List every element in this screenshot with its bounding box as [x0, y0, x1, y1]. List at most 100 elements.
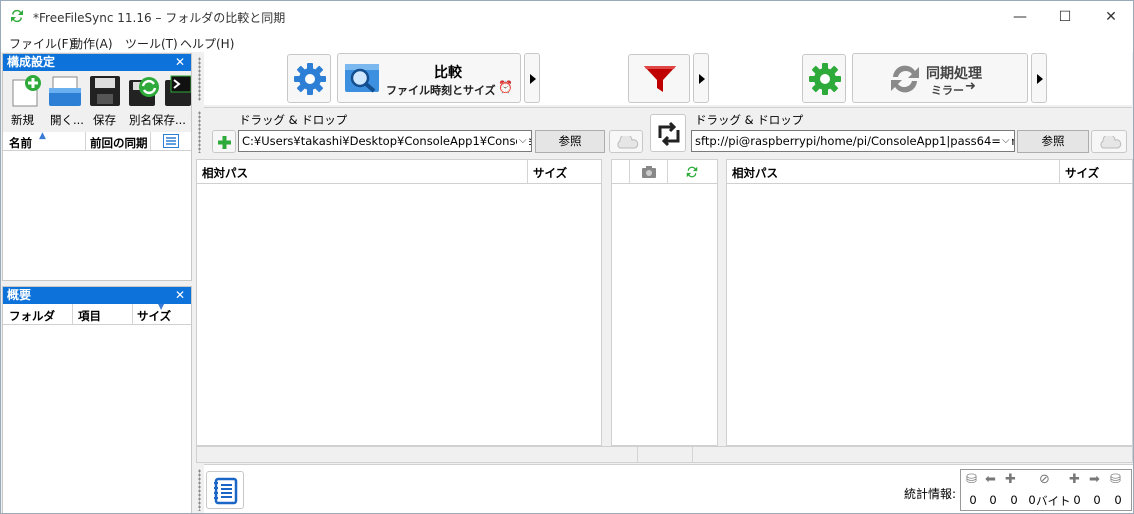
compare-dropdown-button[interactable] [524, 53, 540, 103]
right-cloud-button[interactable] [1091, 130, 1127, 153]
sync-dropdown-button[interactable] [1031, 53, 1047, 103]
close-icon: ✕ [1105, 8, 1117, 25]
menu-tools[interactable]: ツール(T) [125, 35, 178, 52]
synchronize-button[interactable]: 同期処理 ミラー ➜ [852, 53, 1028, 103]
col-last-sync[interactable]: 前回の同期 [90, 135, 148, 151]
save-batch-button[interactable] [163, 74, 192, 108]
left-col-size[interactable]: サイズ [533, 165, 567, 181]
compare-button[interactable]: 比較 ファイル時刻とサイズ ⏰ [337, 53, 521, 103]
left-grid-header: 相対パス サイズ [197, 160, 601, 184]
scroll-divider [637, 447, 638, 462]
arrow-left-icon: ⬅ [985, 472, 996, 487]
menu-help[interactable]: ヘルプ(H) [180, 35, 234, 52]
left-browse-button[interactable]: 参照 [535, 130, 605, 153]
arrow-right-icon: ➡ [1089, 472, 1100, 487]
title-bar: *FreeFileSync 11.16 – フォルダの比較と同期 — ☐ ✕ [1, 1, 1133, 32]
right-drag-drop-label: ドラッグ & ドロップ [695, 113, 804, 127]
window-title: *FreeFileSync 11.16 – フォルダの比較と同期 [33, 11, 286, 25]
maximize-icon: ☐ [1058, 8, 1072, 25]
stat-count: 0 [1114, 493, 1122, 507]
sync-direction-icon[interactable] [685, 165, 699, 179]
col-items[interactable]: 項目 [78, 308, 101, 324]
compare-magnifier-icon [345, 64, 379, 93]
middle-action-grid[interactable] [611, 159, 718, 446]
new-config-label: 新規 [11, 113, 34, 127]
toolbar-grip[interactable] [198, 57, 201, 101]
right-grid-header: 相対パス サイズ [727, 160, 1132, 184]
folder-bar-grip[interactable] [198, 111, 201, 153]
list-view-icon[interactable] [163, 134, 179, 148]
minimize-button[interactable]: — [997, 1, 1043, 32]
left-folder-path-text: C:¥Users¥takashi¥Desktop¥ConsoleApp1¥Con… [242, 134, 532, 148]
save-as-icon [129, 77, 159, 106]
save-config-button[interactable] [88, 74, 122, 108]
stat-count: 0 [1010, 493, 1018, 507]
open-config-button[interactable] [47, 74, 83, 108]
add-folder-pair-button[interactable] [212, 130, 236, 153]
delete-left-icon: ⛁ [966, 472, 977, 487]
save-icon [90, 76, 120, 106]
maximize-button[interactable]: ☐ [1042, 1, 1088, 32]
sort-asc-icon: ▲ [39, 131, 46, 141]
swap-sides-button[interactable] [650, 114, 686, 152]
compare-settings-button[interactable] [287, 54, 331, 103]
open-icon [49, 76, 81, 106]
chevron-down-icon[interactable]: ⌵ [1000, 135, 1012, 146]
filter-funnel-icon [644, 66, 676, 92]
summary-panel-close-icon[interactable]: ✕ [175, 287, 185, 304]
cloud-icon [1100, 136, 1122, 149]
summary-header: フォルダ 項目 サイズ ▼ [3, 302, 191, 325]
compare-variant-label: ファイル時刻とサイズ [386, 84, 496, 97]
delete-right-icon: ⛁ [1110, 472, 1121, 487]
view-overview-button[interactable] [206, 471, 244, 509]
summary-panel: 概要 ✕ フォルダ 項目 サイズ ▼ [2, 286, 192, 513]
new-config-button[interactable] [9, 74, 43, 108]
list-view-icon [214, 477, 238, 505]
col-divider [132, 304, 133, 324]
col-divider [85, 132, 86, 150]
stat-count: 0 [1073, 493, 1081, 507]
left-browse-label: 参照 [558, 134, 582, 148]
right-folder-path-input[interactable]: sftp://pi@raspberrypi/home/pi/ConsoleApp… [691, 130, 1015, 152]
right-col-size[interactable]: サイズ [1065, 165, 1099, 181]
save-as-config-button[interactable] [127, 74, 161, 108]
col-folder[interactable]: フォルダ [9, 308, 55, 324]
menu-file[interactable]: ファイル(F) [9, 35, 73, 52]
col-size[interactable]: サイズ [137, 308, 171, 324]
sync-settings-button[interactable] [802, 54, 846, 103]
col-name[interactable]: 名前 [9, 135, 32, 151]
config-panel-close-icon[interactable]: ✕ [175, 54, 185, 71]
camera-icon[interactable] [642, 166, 656, 178]
stat-count: 0 [989, 493, 997, 507]
left-folder-path-input[interactable]: C:¥Users¥takashi¥Desktop¥ConsoleApp1¥Con… [238, 130, 532, 152]
gear-icon [809, 63, 841, 95]
plus-icon [218, 136, 231, 149]
menu-action[interactable]: 動作(A) [71, 35, 113, 52]
right-col-relative-path[interactable]: 相対パス [732, 165, 778, 181]
app-icon [11, 9, 23, 23]
config-toolbar: 新規 開く... 保存 別名保存... [3, 71, 192, 132]
right-file-grid[interactable]: 相対パス サイズ [726, 159, 1133, 446]
left-cloud-button[interactable] [609, 130, 643, 153]
open-config-label: 開く... [50, 113, 84, 127]
right-browse-button[interactable]: 参照 [1017, 130, 1089, 153]
filter-button[interactable] [628, 54, 690, 103]
statistics-label: 統計情報: [904, 487, 957, 501]
save-config-label: 保存 [93, 113, 116, 127]
middle-grid-header [612, 160, 717, 184]
batch-file-icon [165, 75, 192, 106]
triangle-right-icon [530, 74, 536, 84]
col-divider [72, 304, 73, 324]
status-grip[interactable] [198, 469, 201, 511]
chevron-down-icon[interactable]: ⌵ [517, 135, 529, 146]
folder-bar: ドラッグ & ドロップ C:¥Users¥takashi¥Desktop¥Con… [204, 107, 1132, 157]
left-col-relative-path[interactable]: 相対パス [202, 165, 248, 181]
horizontal-scrollbar[interactable] [196, 446, 1133, 463]
left-file-grid[interactable]: 相対パス サイズ [196, 159, 602, 446]
filter-dropdown-button[interactable] [693, 53, 709, 103]
col-divider [150, 132, 151, 150]
save-as-config-label: 別名保存... [129, 113, 186, 127]
arrow-right-icon: ➜ [965, 79, 976, 94]
summary-panel-title: 概要 [7, 288, 32, 302]
close-button[interactable]: ✕ [1088, 1, 1133, 32]
